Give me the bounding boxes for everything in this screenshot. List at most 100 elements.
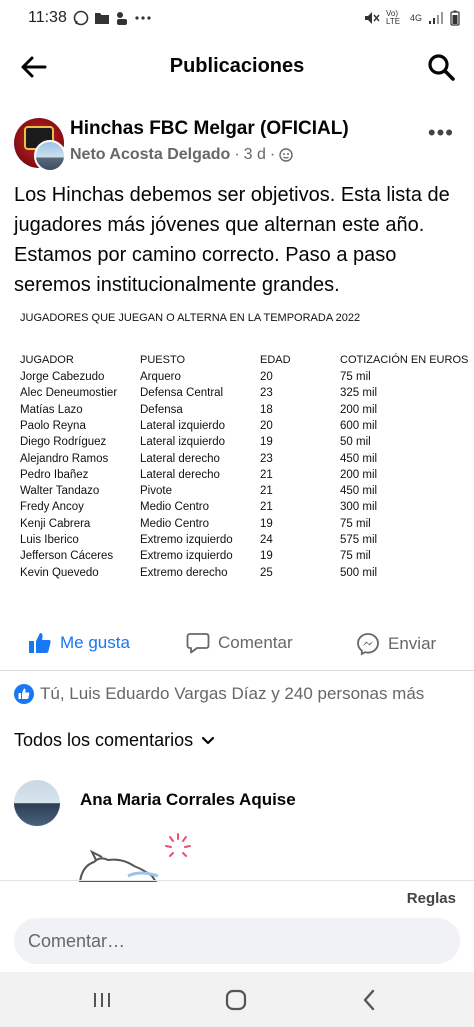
comment-button[interactable]: Comentar: [186, 632, 293, 654]
like-label: Me gusta: [60, 633, 130, 652]
table-cell-value: 500 mil: [340, 566, 378, 579]
divider: [0, 670, 474, 671]
table-cell-age: 23: [260, 387, 273, 400]
reactions-text: Tú, Luis Eduardo Vargas Díaz y 240 perso…: [40, 684, 425, 703]
commenter-avatar[interactable]: [14, 780, 60, 826]
post-actions: Me gusta Comentar Enviar: [0, 622, 474, 670]
table-cell-player: Walter Tandazo: [20, 485, 100, 498]
post-time[interactable]: 3 d: [244, 146, 266, 164]
cat-sticker-image: [78, 833, 191, 882]
back-arrow-icon[interactable]: [18, 52, 48, 82]
table-cell-age: 21: [260, 468, 273, 481]
meta-separator: ·: [234, 146, 240, 163]
table-cell-player: Paolo Reyna: [20, 419, 86, 432]
post-meta: Neto Acosta Delgado · 3 d ·: [70, 146, 293, 164]
table-header-age: EDAD: [260, 354, 291, 366]
table-cell-value: 600 mil: [340, 419, 378, 432]
system-icons: Vo) LTE 4G: [364, 10, 460, 26]
comments-filter-label: Todos los comentarios: [14, 730, 194, 750]
table-cell-value: 200 mil: [340, 403, 378, 416]
notification-icons: [73, 10, 152, 26]
table-cell-player: Kenji Cabrera: [20, 517, 91, 530]
reactions-summary[interactable]: Tú, Luis Eduardo Vargas Díaz y 240 perso…: [14, 684, 424, 704]
post-image-table[interactable]: JUGADORES QUE JUEGAN O ALTERNA EN LA TEM…: [0, 298, 474, 614]
author-name[interactable]: Neto Acosta Delgado: [70, 146, 230, 164]
clipboard-icon: [116, 12, 127, 25]
table-title: JUGADORES QUE JUEGAN O ALTERNA EN LA TEM…: [20, 312, 361, 324]
post-text: Los Hinchas debemos ser objetivos. Esta …: [14, 184, 450, 296]
app-header: Publicaciones: [0, 36, 474, 96]
table-header-position: PUESTO: [140, 354, 186, 366]
table-cell-player: Diego Rodríguez: [20, 436, 107, 449]
table-cell-age: 18: [260, 403, 273, 416]
chevron-down-icon: [201, 736, 215, 744]
folder-icon: [94, 13, 109, 24]
post-header: Hinchas FBC Melgar (OFICIAL) Neto Acosta…: [0, 112, 474, 174]
send-label: Enviar: [388, 634, 437, 653]
system-navigation-bar: [0, 972, 474, 1027]
table-header-player: JUGADOR: [20, 354, 74, 366]
table-cell-value: 200 mil: [340, 468, 378, 481]
table-cell-position: Lateral izquierdo: [140, 419, 226, 432]
table-cell-position: Extremo derecho: [140, 566, 228, 579]
battery-icon: [450, 10, 460, 26]
like-button[interactable]: Me gusta: [28, 632, 130, 654]
table-cell-age: 24: [260, 534, 273, 546]
table-cell-age: 23: [260, 452, 273, 465]
more-notifications-icon: [135, 16, 151, 20]
table-cell-position: Arquero: [140, 371, 181, 383]
table-cell-position: Lateral derecho: [140, 468, 220, 481]
author-avatar[interactable]: [34, 140, 66, 172]
table-cell-value: 325 mil: [340, 387, 378, 400]
table-cell-age: 20: [260, 419, 273, 432]
signal-icon: [429, 12, 443, 24]
table-cell-position: Extremo izquierdo: [140, 534, 233, 546]
table-header-value: COTIZACIÓN EN EUROS: [340, 354, 469, 366]
comment-label: Comentar: [218, 633, 293, 652]
table-cell-value: 450 mil: [340, 485, 378, 498]
whatsapp-icon: [73, 10, 89, 26]
thumbs-up-icon: [29, 633, 51, 653]
table-cell-value: 50 mil: [340, 436, 371, 449]
clock: 11:38: [28, 9, 67, 26]
status-bar: 11:38 Vo) LTE 4G: [0, 0, 474, 36]
page-title: Publicaciones: [169, 54, 305, 77]
table-cell-player: Matías Lazo: [20, 403, 83, 416]
table-cell-position: Extremo izquierdo: [140, 550, 233, 563]
recent-apps-icon[interactable]: [88, 986, 116, 1014]
commenter-name[interactable]: Ana Maria Corrales Aquise: [80, 790, 296, 810]
audience-icon: [279, 148, 293, 162]
rules-link[interactable]: Reglas: [407, 890, 456, 907]
table-cell-player: Fredy Ancoy: [20, 501, 84, 514]
comments-filter[interactable]: Todos los comentarios: [14, 730, 215, 751]
more-options-icon[interactable]: •••: [428, 120, 454, 146]
meta-separator: ·: [269, 146, 276, 163]
search-icon[interactable]: [426, 52, 456, 82]
table-cell-age: 20: [260, 371, 273, 383]
table-cell-age: 19: [260, 550, 273, 563]
like-reaction-icon: [14, 684, 34, 704]
table-cell-age: 25: [260, 566, 273, 579]
table-cell-age: 19: [260, 436, 273, 449]
table-cell-position: Defensa Central: [140, 387, 224, 400]
table-cell-position: Defensa: [140, 403, 183, 416]
system-back-icon[interactable]: [356, 986, 384, 1014]
page-name[interactable]: Hinchas FBC Melgar (OFICIAL): [70, 118, 349, 140]
table-cell-player: Jefferson Cáceres: [20, 550, 114, 563]
table-cell-value: 75 mil: [340, 550, 371, 563]
send-button[interactable]: Enviar: [356, 632, 436, 656]
comment-icon: [186, 633, 210, 654]
table-cell-value: 300 mil: [340, 501, 378, 514]
table-cell-player: Jorge Cabezudo: [20, 371, 105, 383]
comment-input[interactable]: [28, 930, 460, 952]
table-cell-position: Lateral derecho: [140, 452, 220, 465]
table-cell-age: 19: [260, 517, 273, 530]
messenger-icon: [357, 633, 379, 656]
table-cell-age: 21: [260, 485, 273, 498]
table-cell-position: Lateral izquierdo: [140, 436, 226, 449]
table-cell-position: Medio Centro: [140, 501, 210, 514]
home-icon[interactable]: [222, 986, 250, 1014]
table-cell-value: 450 mil: [340, 452, 378, 465]
comment-composer[interactable]: [14, 918, 460, 964]
table-cell-player: Kevin Quevedo: [20, 566, 99, 579]
